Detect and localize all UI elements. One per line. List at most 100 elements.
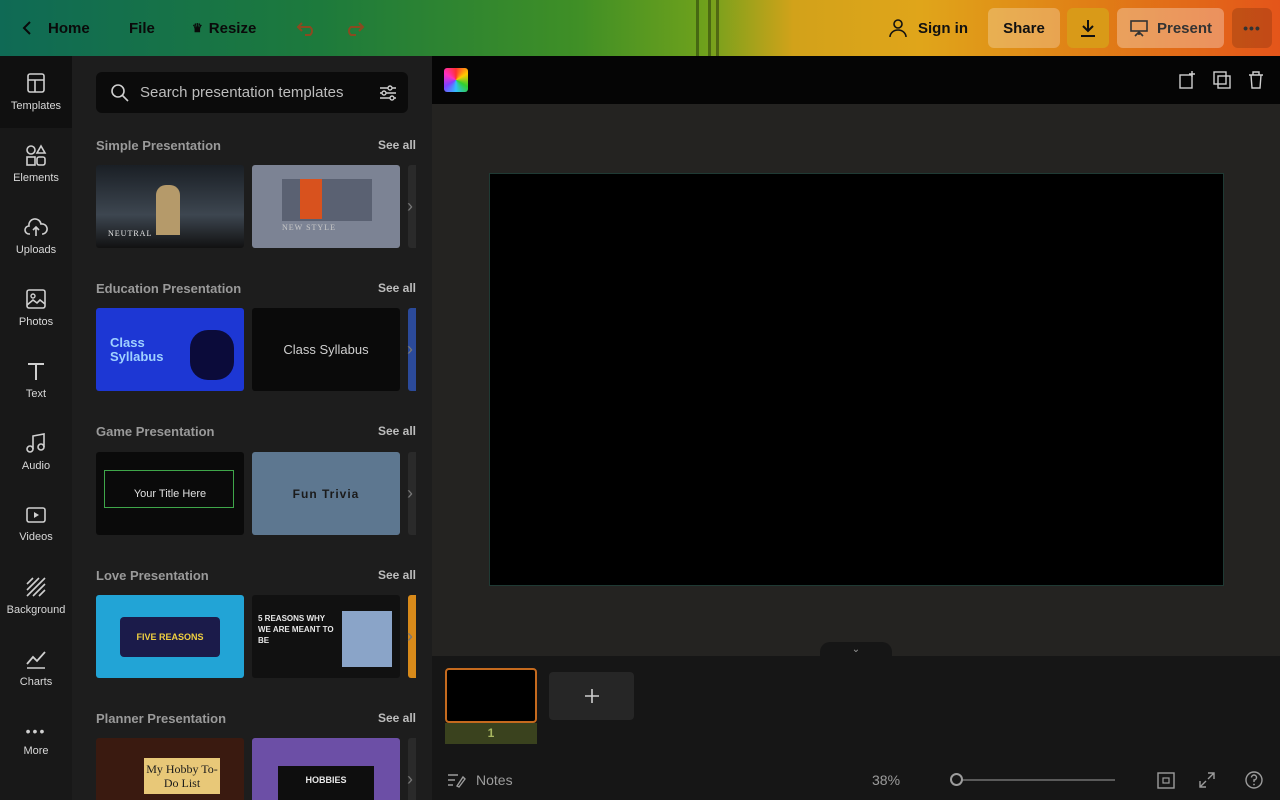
share-label: Share bbox=[1003, 19, 1045, 37]
resize-button[interactable]: ♛ Resize bbox=[192, 0, 256, 56]
page-thumbnail[interactable] bbox=[445, 668, 537, 723]
rail-label: More bbox=[23, 745, 49, 757]
present-label: Present bbox=[1156, 19, 1213, 37]
see-all-link[interactable]: See all bbox=[378, 568, 416, 582]
rail-item-audio[interactable]: Audio bbox=[0, 416, 72, 488]
hatch-icon bbox=[26, 577, 46, 597]
fullscreen-button[interactable] bbox=[1198, 760, 1216, 800]
template-thumbnail[interactable]: Your Title Here bbox=[96, 452, 244, 535]
rail-item-uploads[interactable]: Uploads bbox=[0, 200, 72, 272]
share-button[interactable]: Share bbox=[988, 8, 1060, 48]
page-view-button[interactable] bbox=[1156, 760, 1176, 800]
chevron-right-icon[interactable]: › bbox=[407, 626, 421, 646]
more-options-button[interactable]: ••• bbox=[1232, 8, 1272, 48]
thumb-photo bbox=[282, 179, 372, 221]
section-title: Planner Presentation bbox=[96, 711, 227, 726]
chevron-right-icon[interactable]: › bbox=[407, 483, 421, 503]
elements-icon bbox=[26, 144, 47, 166]
slide-canvas[interactable] bbox=[489, 173, 1224, 586]
undo-button[interactable] bbox=[296, 0, 318, 56]
rail-label: Charts bbox=[19, 676, 53, 688]
more-dots-icon: ••• bbox=[25, 723, 47, 739]
search-input[interactable]: Search presentation templates bbox=[140, 84, 343, 101]
undo-icon bbox=[296, 22, 313, 36]
zoom-slider-track[interactable] bbox=[955, 779, 1115, 781]
thumb-text: NEW STYLE bbox=[282, 223, 336, 232]
rail-label: Photos bbox=[18, 316, 54, 328]
duplicate-page-icon[interactable] bbox=[1212, 70, 1232, 90]
search-box[interactable]: Search presentation templates bbox=[96, 72, 408, 113]
help-button[interactable] bbox=[1244, 760, 1264, 800]
footer-bar: Notes 38% bbox=[432, 760, 1280, 800]
template-thumbnail[interactable]: Fun Trivia bbox=[252, 452, 400, 535]
chevron-right-icon[interactable]: › bbox=[407, 196, 421, 216]
see-all-link[interactable]: See all bbox=[378, 711, 416, 725]
template-thumbnail[interactable]: Class Syllabus bbox=[252, 308, 400, 391]
zoom-slider-handle[interactable] bbox=[950, 773, 963, 786]
color-picker-icon[interactable] bbox=[444, 68, 468, 92]
template-thumbnail[interactable]: NEW STYLE bbox=[252, 165, 400, 248]
rail-label: Uploads bbox=[15, 244, 57, 256]
sign-in-label: Sign in bbox=[918, 19, 968, 37]
rail-label: Elements bbox=[13, 172, 59, 184]
template-thumbnail[interactable]: NEUTRAL bbox=[96, 165, 244, 248]
more-dots-icon: ••• bbox=[1243, 20, 1261, 36]
thumb-text: Your Title Here bbox=[133, 487, 207, 500]
thumb-figure bbox=[156, 185, 180, 235]
download-button[interactable] bbox=[1067, 8, 1109, 48]
thumb-text: HOBBIES bbox=[305, 774, 347, 785]
template-thumbnail[interactable]: HOBBIES bbox=[252, 738, 400, 800]
help-icon bbox=[1245, 771, 1263, 789]
template-thumbnail[interactable]: Class Syllabus bbox=[96, 308, 244, 391]
thumb-cat bbox=[190, 330, 234, 380]
sign-in-button[interactable]: Sign in bbox=[878, 8, 978, 48]
file-menu-button[interactable]: File bbox=[129, 0, 155, 56]
thumb-text: Class Syllabus bbox=[283, 342, 369, 357]
chevron-right-icon[interactable]: › bbox=[407, 339, 421, 359]
templates-icon bbox=[27, 73, 45, 93]
chart-line-icon bbox=[26, 651, 46, 669]
see-all-link[interactable]: See all bbox=[378, 138, 416, 152]
notes-button[interactable]: Notes bbox=[446, 760, 513, 800]
rail-item-elements[interactable]: Elements bbox=[0, 128, 72, 200]
rail-label: Videos bbox=[19, 531, 53, 543]
redo-icon bbox=[348, 22, 365, 36]
rail-item-photos[interactable]: Photos bbox=[0, 272, 72, 344]
header-divider bbox=[708, 0, 711, 56]
side-rail: Templates Elements Uploads Photos Text A… bbox=[0, 56, 72, 800]
expand-icon bbox=[1199, 772, 1215, 788]
add-page-button[interactable] bbox=[549, 672, 634, 720]
see-all-link[interactable]: See all bbox=[378, 281, 416, 295]
rail-item-text[interactable]: Text bbox=[0, 344, 72, 416]
plus-icon bbox=[584, 689, 599, 703]
section-title: Simple Presentation bbox=[96, 138, 221, 153]
text-icon bbox=[28, 363, 44, 380]
rail-item-videos[interactable]: Videos bbox=[0, 488, 72, 560]
notes-label: Notes bbox=[476, 772, 513, 788]
rail-item-background[interactable]: Background bbox=[0, 560, 72, 632]
redo-button[interactable] bbox=[343, 0, 365, 56]
present-icon bbox=[1130, 20, 1148, 37]
rail-item-charts[interactable]: Charts bbox=[0, 632, 72, 704]
thumb-text: Fun Trivia bbox=[292, 486, 360, 501]
download-icon bbox=[1081, 20, 1095, 37]
add-page-icon[interactable] bbox=[1178, 70, 1198, 90]
template-thumbnail[interactable]: 5 REASONS WHY WE ARE MEANT TO BE bbox=[252, 595, 400, 678]
user-icon bbox=[889, 19, 907, 38]
rail-label: Audio bbox=[21, 460, 51, 472]
rail-item-more[interactable]: ••• More bbox=[0, 704, 72, 776]
see-all-link[interactable]: See all bbox=[378, 424, 416, 438]
filter-icon[interactable] bbox=[378, 83, 398, 103]
header-divider bbox=[696, 0, 699, 56]
home-button[interactable]: Home bbox=[20, 0, 90, 56]
zoom-value[interactable]: 38% bbox=[872, 760, 900, 800]
trash-icon[interactable] bbox=[1246, 70, 1266, 90]
rail-label: Templates bbox=[10, 100, 62, 112]
template-thumbnail[interactable]: My Hobby To-Do List bbox=[96, 738, 244, 800]
chevron-down-icon: ⌄ bbox=[851, 644, 861, 655]
template-thumbnail[interactable]: FIVE REASONS bbox=[96, 595, 244, 678]
chevron-right-icon[interactable]: › bbox=[407, 769, 421, 789]
file-label: File bbox=[129, 19, 155, 37]
present-button[interactable]: Present bbox=[1117, 8, 1224, 48]
rail-item-templates[interactable]: Templates bbox=[0, 56, 72, 128]
